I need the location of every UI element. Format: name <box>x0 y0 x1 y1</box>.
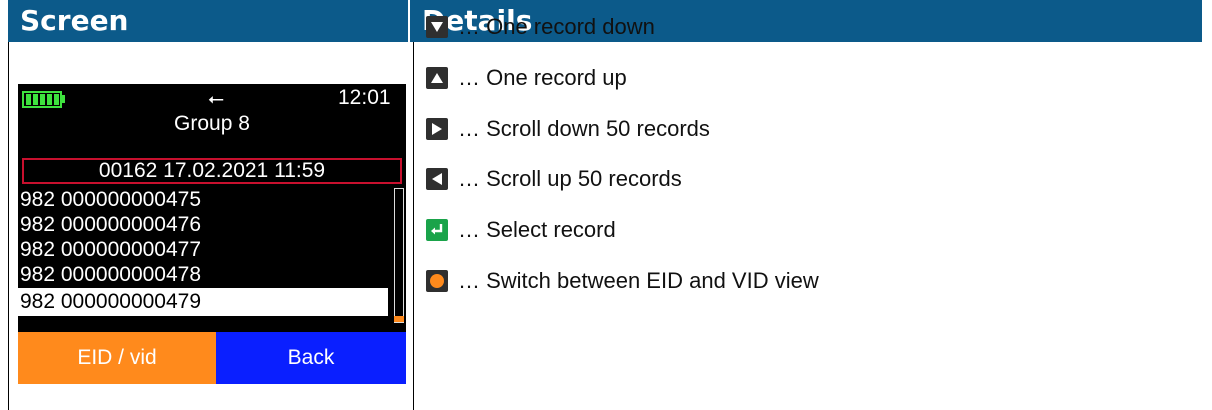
detail-text: … One record down <box>458 14 655 39</box>
detail-item: … One record down <box>426 7 655 47</box>
instructions-table: Screen Details ⭠ 12:01 Group 8 00162 17.… <box>8 0 1202 410</box>
table-border-middle <box>413 42 414 410</box>
device-group-title: Group 8 <box>174 112 250 135</box>
detail-text: … Scroll up 50 records <box>458 166 682 191</box>
scrollbar-thumb[interactable] <box>394 316 404 322</box>
highlighted-record-text: 00162 17.02.2021 11:59 <box>98 159 326 182</box>
detail-item: … Select record <box>426 210 616 250</box>
column-header-screen: Screen <box>8 0 408 42</box>
arrow-down-key-icon <box>426 16 448 38</box>
detail-item: … Scroll down 50 records <box>426 109 710 149</box>
arrow-up-key-icon <box>426 67 448 89</box>
device-time: 12:01 <box>338 86 391 109</box>
orange-button-icon <box>426 270 448 292</box>
scrollbar[interactable] <box>394 188 404 323</box>
device-screen: ⭠ 12:01 Group 8 00162 17.02.2021 11:59 9… <box>18 84 406 384</box>
record-row[interactable]: 982 000000000477 <box>20 238 201 262</box>
record-row-selected[interactable]: 982 000000000479 <box>20 290 201 314</box>
back-button[interactable]: Back <box>216 332 406 384</box>
detail-item: … One record up <box>426 58 627 98</box>
battery-tip <box>62 95 65 103</box>
eid-vid-button[interactable]: EID / vid <box>18 332 216 384</box>
arrow-left-key-icon <box>426 168 448 190</box>
arrow-right-key-icon <box>426 118 448 140</box>
record-row[interactable]: 982 000000000478 <box>20 263 201 287</box>
record-row[interactable]: 982 000000000476 <box>20 213 201 237</box>
usb-icon: ⭠ <box>208 86 224 110</box>
record-row[interactable]: 982 000000000475 <box>20 188 201 212</box>
detail-item: … Scroll up 50 records <box>426 159 682 199</box>
detail-text: … Switch between EID and VID view <box>458 268 819 293</box>
detail-text: … Scroll down 50 records <box>458 116 710 141</box>
detail-item: … Switch between EID and VID view <box>426 261 819 301</box>
enter-key-icon <box>426 219 448 241</box>
detail-text: … Select record <box>458 217 616 242</box>
table-border-left <box>8 42 9 410</box>
detail-text: … One record up <box>458 65 627 90</box>
battery-icon <box>22 91 62 108</box>
